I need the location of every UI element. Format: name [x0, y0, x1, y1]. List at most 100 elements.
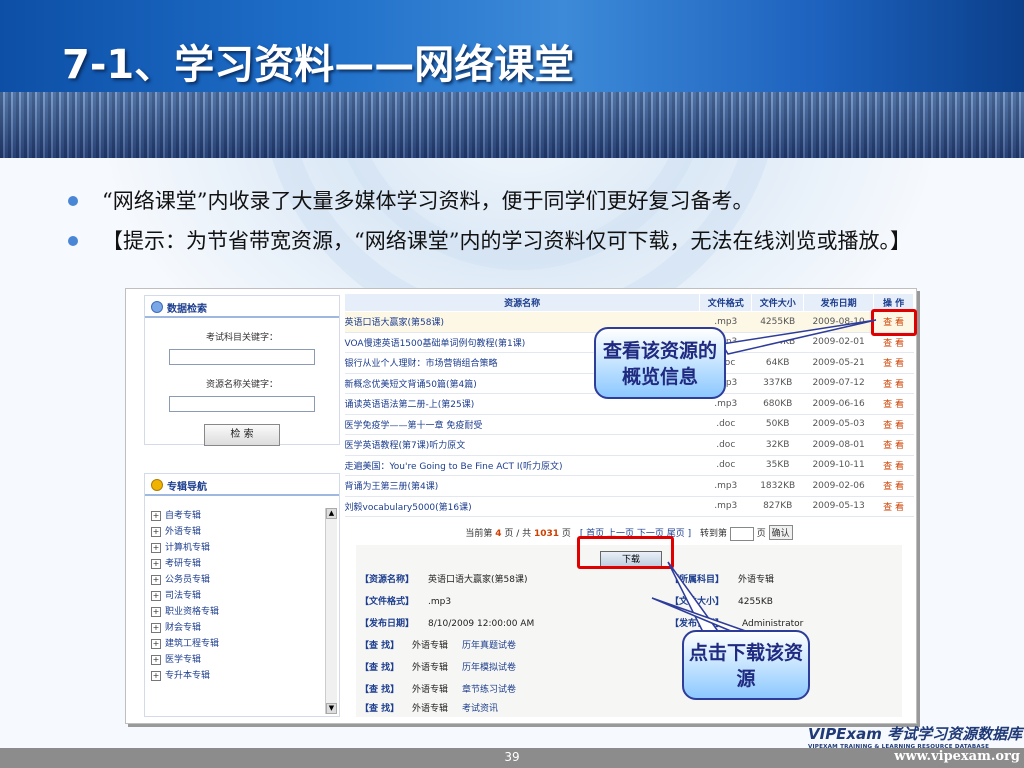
col-header-name: 资源名称	[343, 293, 701, 312]
view-link[interactable]: 查 看	[873, 373, 914, 394]
find-row: 【查 找】 外语专辑 章节练习试卷	[356, 679, 902, 701]
table-row[interactable]: 走遍美国：You're Going to Be Fine ACT I(听力原文)…	[344, 455, 914, 476]
table-row[interactable]: 刘毅vocabulary5000(第16课) .mp3 827KB 2009-0…	[344, 496, 914, 517]
size-cell: 32KB	[751, 434, 804, 456]
format-cell: .mp3	[699, 475, 752, 497]
table-row[interactable]: 医学英语教程(第7课)听力原文 .doc 32KB 2009-08-01 查 看	[344, 434, 914, 456]
bullet-dot-icon	[68, 196, 78, 206]
detail-row: 【发布日期】 8/10/2009 12:00:00 AM 【发布作者】 Admi…	[356, 613, 902, 635]
resource-input[interactable]	[169, 396, 315, 412]
view-link[interactable]: 查 看	[873, 393, 914, 415]
stripe-band	[0, 92, 1024, 158]
search-button[interactable]: 检 索	[204, 424, 280, 446]
nav-item[interactable]: 计算机专辑	[151, 540, 321, 556]
nav-item[interactable]: 公务员专辑	[151, 572, 321, 588]
view-link[interactable]: 查 看	[873, 414, 914, 435]
search-panel-header: 数据检索	[145, 296, 339, 318]
size-cell: 64KB	[751, 352, 804, 374]
size-cell: 35KB	[751, 455, 804, 476]
date-cell: 2009-02-01	[803, 332, 874, 353]
view-link[interactable]: 查 看	[873, 455, 914, 476]
album-icon	[151, 479, 163, 491]
download-callout: 点击下载该资源	[682, 630, 810, 700]
nav-item[interactable]: 外语专辑	[151, 524, 321, 540]
resource-name-link[interactable]: 背诵为王第三册(第4课)	[344, 475, 700, 497]
view-link[interactable]: 查 看	[873, 475, 914, 497]
view-link[interactable]: 查 看	[873, 352, 914, 374]
goto-page-input[interactable]	[729, 526, 754, 541]
nav-item[interactable]: 财会专辑	[151, 620, 321, 636]
find-link[interactable]: 考试资讯	[462, 701, 498, 717]
find-link[interactable]: 历年真题试卷	[462, 635, 516, 657]
bullet-text: 【提示：为节省带宽资源，“网络课堂”内的学习资料仅可下载，无法在线浏览或播放。】	[102, 229, 911, 253]
subject-key: 【所属科目】	[670, 575, 725, 585]
resource-name-link[interactable]: 医学英语教程(第7课)听力原文	[344, 434, 700, 456]
resource-name-link[interactable]: 走遍美国：You're Going to Be Fine ACT I(听力原文)	[344, 455, 700, 476]
table-row[interactable]: 医学免疫学——第十一章 免疫耐受 .doc 50KB 2009-05-03 查 …	[344, 414, 914, 435]
resource-name-link[interactable]: 刘毅vocabulary5000(第16课)	[344, 496, 700, 517]
size-cell: 827KB	[751, 496, 804, 517]
format-key: 【文件格式】	[360, 597, 415, 607]
size-cell: 680KB	[751, 393, 804, 415]
detail-row: 【资源名称】 英语口语大赢家(第58课) 【所属科目】 外语专辑	[356, 569, 902, 591]
date-cell: 2009-02-06	[803, 475, 874, 497]
subject-value: 外语专辑	[738, 575, 775, 585]
view-highlight-box	[871, 309, 917, 336]
size-key: 【文件大小】	[670, 597, 725, 607]
table-row[interactable]: 背诵为王第三册(第4课) .mp3 1832KB 2009-02-06 查 看	[344, 475, 914, 497]
pager-suffix: 页	[561, 529, 571, 539]
confirm-button[interactable]: 确认	[768, 525, 793, 540]
nav-item[interactable]: 考研专辑	[151, 556, 321, 572]
date-cell: 2009-08-10	[803, 311, 874, 333]
find-key: 【查 找】	[360, 704, 400, 714]
date-cell: 2009-05-03	[803, 414, 874, 435]
find-category: 外语专辑	[412, 685, 449, 695]
format-cell: .doc	[699, 434, 752, 456]
format-cell: .doc	[699, 414, 752, 435]
scroll-down-icon[interactable]: ▼	[326, 703, 337, 714]
find-link[interactable]: 历年模拟试卷	[462, 657, 516, 679]
vipexam-logo: VIPExam 考试学习资源数据库 VIPEXAM TRAINING & LEA…	[808, 723, 1022, 750]
nav-item[interactable]: 建筑工程专辑	[151, 636, 321, 652]
nav-item[interactable]: 医学专辑	[151, 652, 321, 668]
size-cell: 1832KB	[751, 475, 804, 497]
scroll-up-icon[interactable]: ▲	[326, 508, 337, 519]
detail-row: 【文件格式】 .mp3 【文件大小】 4255KB	[356, 591, 902, 613]
find-row: 【查 找】 外语专辑 历年真题试卷	[356, 635, 902, 657]
subject-label: 考试科目关键字：	[205, 333, 278, 343]
nav-panel: 专辑导航 自考专辑 外语专辑 计算机专辑 考研专辑 公务员专辑 司法专辑 职业资…	[144, 473, 340, 717]
search-title: 数据检索	[167, 304, 207, 315]
download-highlight-box	[577, 536, 674, 569]
resource-name-link[interactable]: 医学免疫学——第十一章 免疫耐受	[344, 414, 700, 435]
view-link[interactable]: 查 看	[873, 496, 914, 517]
size-cell: 337KB	[751, 373, 804, 394]
date-key: 【发布日期】	[360, 619, 415, 629]
subject-input[interactable]	[169, 349, 315, 365]
page-number: 39	[504, 750, 520, 764]
nav-item[interactable]: 自考专辑	[151, 508, 321, 524]
find-category: 外语专辑	[412, 663, 449, 673]
col-header-format: 文件格式	[699, 293, 753, 312]
slide-title: 7-1、学习资料——网络课堂	[62, 42, 575, 88]
nav-item[interactable]: 司法专辑	[151, 588, 321, 604]
find-key: 【查 找】	[360, 641, 400, 651]
nav-item[interactable]: 专升本专辑	[151, 668, 321, 684]
format-value: .mp3	[428, 597, 452, 607]
pager-sep: 页 / 共	[504, 529, 532, 539]
resource-label: 资源名称关键字：	[205, 380, 278, 390]
bullet-dot-icon	[68, 236, 78, 246]
find-link[interactable]: 章节练习试卷	[462, 679, 516, 701]
find-row: 【查 找】 外语专辑 历年模拟试卷	[356, 657, 902, 679]
name-value: 英语口语大赢家(第58课)	[428, 575, 528, 585]
nav-item[interactable]: 职业资格专辑	[151, 604, 321, 620]
search-icon	[151, 301, 163, 313]
find-row: 【查 找】 外语专辑 考试资讯	[356, 701, 902, 717]
format-cell: .doc	[699, 455, 752, 476]
view-link[interactable]: 查 看	[873, 434, 914, 456]
name-key: 【资源名称】	[360, 575, 415, 585]
find-key: 【查 找】	[360, 685, 400, 695]
date-value: 8/10/2009 12:00:00 AM	[428, 619, 535, 629]
nav-scrollbar[interactable]: ▲ ▼	[325, 508, 337, 714]
view-callout: 查看该资源的概览信息	[594, 327, 726, 399]
date-cell: 2009-07-12	[803, 373, 874, 394]
